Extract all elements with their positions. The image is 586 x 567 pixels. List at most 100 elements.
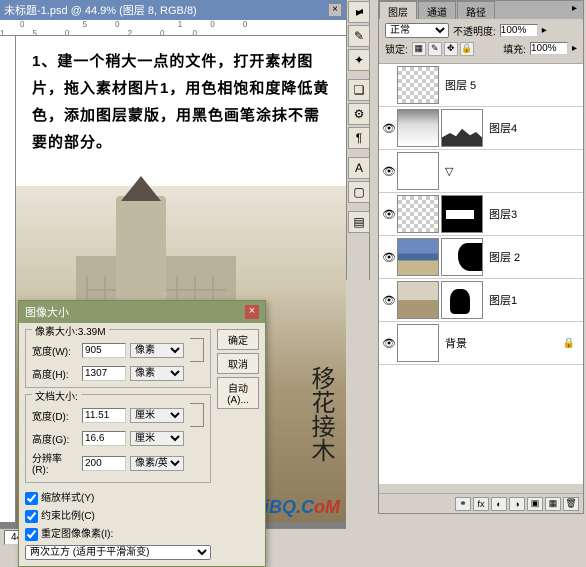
paragraph-icon[interactable]: ¶ — [348, 127, 370, 149]
wand-tool-icon[interactable]: ✦ — [348, 49, 370, 71]
layer-name[interactable]: 图层 5 — [445, 77, 476, 93]
ruler-vertical[interactable] — [0, 36, 16, 522]
document-title: 未标题-1.psd @ 44.9% (图层 8, RGB/8) — [4, 2, 197, 18]
mask-thumb[interactable] — [441, 195, 483, 233]
resample-method-select[interactable]: 两次立方 (适用于平滑渐变) — [25, 545, 211, 560]
visibility-icon[interactable]: 👁 — [381, 208, 397, 221]
dheight-unit-select[interactable]: 厘米 — [130, 431, 184, 446]
layer-thumb[interactable] — [397, 238, 439, 276]
width-unit-select[interactable]: 像素 — [130, 343, 184, 358]
lock-pixel-icon[interactable]: ✎ — [428, 42, 442, 56]
type-tool-icon[interactable]: ❏ — [348, 79, 370, 101]
layer-thumb[interactable] — [397, 195, 439, 233]
watermark-text: 移花接木 — [303, 366, 338, 462]
document-title-bar[interactable]: 未标题-1.psd @ 44.9% (图层 8, RGB/8) × — [0, 0, 346, 20]
cancel-button[interactable]: 取消 — [217, 353, 259, 374]
close-icon[interactable]: × — [328, 3, 342, 17]
lock-all-icon[interactable]: 🔒 — [460, 42, 474, 56]
layer-name: ▽ — [445, 165, 453, 178]
link-icon[interactable] — [190, 338, 204, 362]
blend-mode-select[interactable]: 正常 — [385, 23, 449, 38]
visibility-icon[interactable]: 👁 — [381, 165, 397, 178]
auto-button[interactable]: 自动(A)... — [217, 377, 259, 409]
layers-panel: 图层 通道 路径 ▸ 正常 不透明度: ▸ 锁定: ▦ ✎ ✥ 🔒 填充: ▸ — [378, 0, 584, 514]
lock-pos-icon[interactable]: ✥ — [444, 42, 458, 56]
dheight-input[interactable] — [82, 431, 126, 446]
layer-row[interactable]: 👁 图层4 — [379, 107, 583, 150]
visibility-icon[interactable]: 👁 — [381, 122, 397, 135]
doc-size-group: 文档大小: 宽度(D): 厘米 高度(G): 厘米 分辨率(R): 像素/英寸 — [25, 394, 211, 483]
height-input[interactable] — [82, 366, 126, 381]
tab-channels[interactable]: 通道 — [418, 1, 456, 19]
chevron-icon[interactable]: ▸ — [542, 25, 547, 36]
layers-icon[interactable]: ▤ — [348, 211, 370, 233]
mask-thumb[interactable] — [397, 152, 439, 190]
trash-icon[interactable]: 🗑 — [563, 497, 579, 511]
lock-icon: 🔒 — [563, 338, 575, 349]
adjustment-icon[interactable]: ◑ — [509, 497, 525, 511]
visibility-icon[interactable]: 👁 — [381, 294, 397, 307]
layer-mask-icon[interactable]: ◐ — [491, 497, 507, 511]
opacity-label: 不透明度: — [453, 23, 496, 38]
layer-row[interactable]: 👁 图层1 — [379, 279, 583, 322]
mask-thumb[interactable] — [441, 281, 483, 319]
layer-row[interactable]: 👁 ▽ — [379, 150, 583, 193]
panel-menu-icon[interactable]: ▸ — [566, 1, 583, 19]
new-layer-icon[interactable]: ▦ — [545, 497, 561, 511]
text-a-icon[interactable]: A — [348, 157, 370, 179]
pixel-size-legend: 像素大小:3.39M — [32, 323, 109, 338]
opacity-input[interactable] — [500, 24, 538, 37]
square-icon[interactable]: ▢ — [348, 181, 370, 203]
group-icon[interactable]: ▣ — [527, 497, 543, 511]
scale-styles-check[interactable]: 缩放样式(Y) — [25, 489, 211, 505]
height-unit-select[interactable]: 像素 — [130, 366, 184, 381]
layer-row[interactable]: 图层 5 — [379, 64, 583, 107]
mask-thumb[interactable] — [441, 238, 483, 276]
layer-name[interactable]: 图层 2 — [489, 249, 520, 265]
layer-row[interactable]: 👁 图层3 — [379, 193, 583, 236]
mask-thumb[interactable] — [441, 109, 483, 147]
ruler-horizontal[interactable] — [0, 20, 346, 36]
layer-thumb[interactable] — [397, 324, 439, 362]
link-icon[interactable] — [190, 403, 204, 427]
tab-layers[interactable]: 图层 — [379, 1, 417, 19]
link-layers-icon[interactable]: ⚭ — [455, 497, 471, 511]
layer-thumb[interactable] — [397, 66, 439, 104]
layer-name[interactable]: 图层4 — [489, 120, 517, 136]
layer-style-icon[interactable]: fx — [473, 497, 489, 511]
ok-button[interactable]: 确定 — [217, 329, 259, 350]
layers-list[interactable]: 图层 5 👁 图层4 👁 ▽ 👁 图层3 👁 图层 2 👁 — [379, 64, 583, 484]
tab-paths[interactable]: 路径 — [457, 1, 495, 19]
res-input[interactable] — [82, 456, 126, 471]
collapse-arrow-icon[interactable]: ◂ — [358, 6, 363, 17]
lock-trans-icon[interactable]: ▦ — [412, 42, 426, 56]
chevron-icon[interactable]: ▸ — [572, 43, 577, 54]
lock-label: 锁定: — [385, 41, 408, 56]
dialog-title-bar[interactable]: 图像大小 × — [19, 301, 265, 323]
layer-name[interactable]: 背景 — [445, 335, 467, 351]
gear-icon[interactable]: ⚙ — [348, 103, 370, 125]
dheight-label: 高度(G): — [32, 431, 78, 446]
doc-size-legend: 文档大小: — [32, 388, 81, 403]
pixel-size-group: 像素大小:3.39M 宽度(W): 像素 高度(H): 像素 — [25, 329, 211, 388]
layer-row[interactable]: 👁 背景 🔒 — [379, 322, 583, 365]
brush-tool-icon[interactable]: ✎ — [348, 25, 370, 47]
res-unit-select[interactable]: 像素/英寸 — [130, 456, 184, 471]
resample-check[interactable]: 重定图像像素(I): — [25, 525, 211, 541]
image-size-dialog: 图像大小 × 像素大小:3.39M 宽度(W): 像素 高度(H): 像素 文 — [18, 300, 266, 567]
layer-thumb[interactable] — [397, 109, 439, 147]
fill-label: 填充: — [503, 41, 526, 56]
constrain-check[interactable]: 约束比例(C) — [25, 507, 211, 523]
visibility-icon[interactable]: 👁 — [381, 251, 397, 264]
layer-thumb[interactable] — [397, 281, 439, 319]
visibility-icon[interactable]: 👁 — [381, 337, 397, 350]
width-input[interactable] — [82, 343, 126, 358]
dwidth-label: 宽度(D): — [32, 408, 78, 423]
layer-row[interactable]: 👁 图层 2 — [379, 236, 583, 279]
layer-name[interactable]: 图层3 — [489, 206, 517, 222]
dwidth-unit-select[interactable]: 厘米 — [130, 408, 184, 423]
dwidth-input[interactable] — [82, 408, 126, 423]
fill-input[interactable] — [530, 42, 568, 55]
layer-name[interactable]: 图层1 — [489, 292, 517, 308]
dialog-close-icon[interactable]: × — [245, 305, 259, 319]
